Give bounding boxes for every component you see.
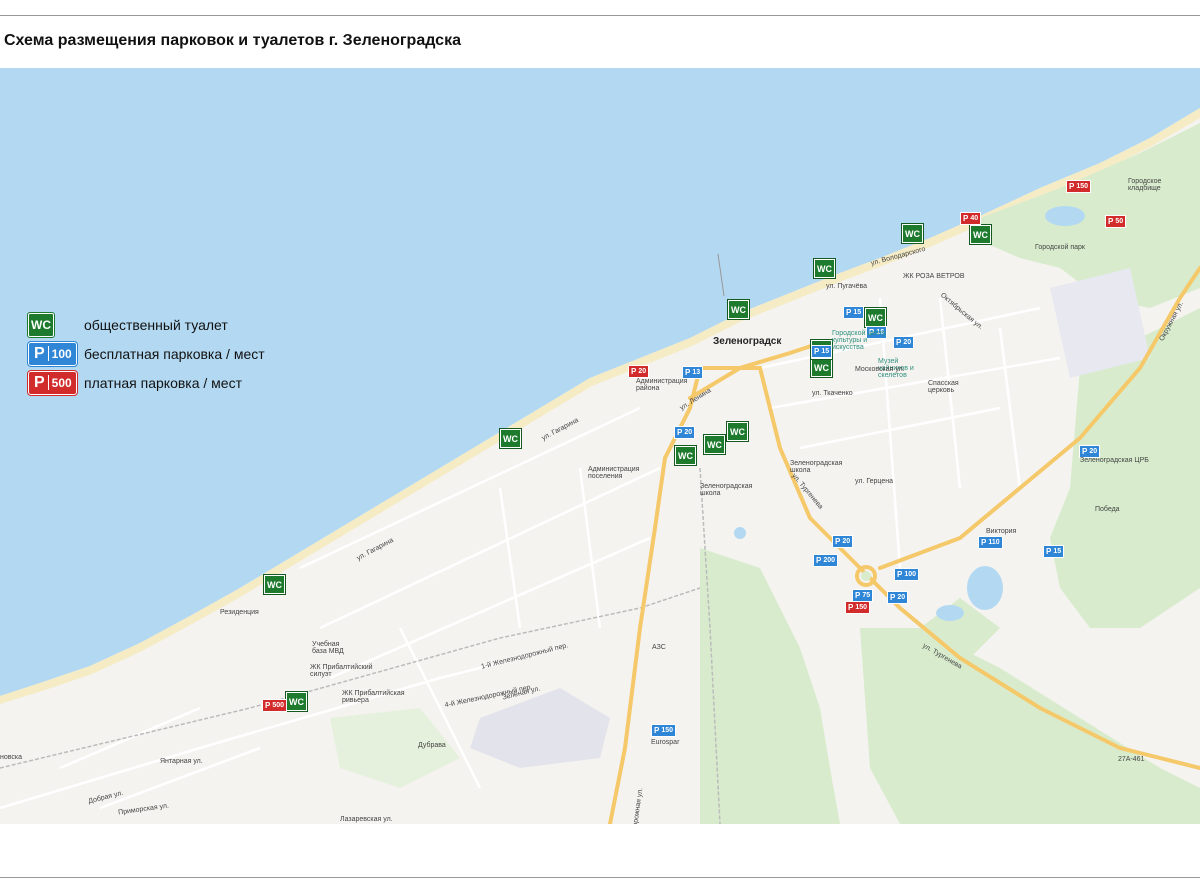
poi-label: Зеленоградская школа [700, 483, 753, 497]
poi-label: Eurospar [651, 739, 680, 746]
legend-label-toilet: общественный туалет [84, 316, 228, 333]
toilet-marker[interactable]: WC [703, 434, 726, 455]
city-label: Зеленоградск [713, 336, 782, 347]
free-parking-marker[interactable]: P 200 [813, 554, 839, 567]
poi-label: Городское кладбище [1128, 178, 1162, 192]
paid-parking-marker[interactable]: P 500 [262, 699, 288, 712]
toilet-icon: WC [27, 311, 55, 338]
poi-label: Городской парк [1035, 244, 1085, 251]
free-parking-marker[interactable]: P 15 [843, 306, 865, 319]
free-parking-icon: P 100 [27, 340, 78, 367]
street-label: Лазаревская ул. [340, 816, 393, 823]
poi-label: Дубрава [418, 742, 446, 749]
free-parking-marker[interactable]: P 110 [978, 536, 1003, 549]
paid-parking-marker[interactable]: P 150 [845, 601, 871, 614]
free-parking-marker[interactable]: P 20 [832, 535, 854, 548]
map-legend: WC общественный туалет P 100 бесплатная п… [27, 310, 265, 397]
toilet-marker[interactable]: WC [864, 307, 887, 328]
paid-parking-marker[interactable]: P 40 [960, 212, 982, 225]
poi-label: Зеленоградская школа [790, 460, 843, 474]
map-canvas [0, 68, 1200, 824]
legend-row-free-parking: P 100 бесплатная парковка / мест [27, 339, 265, 368]
toilet-marker[interactable]: WC [674, 445, 697, 466]
poi-label: новска [0, 754, 23, 761]
legend-row-paid-parking: P 500 платная парковка / мест [27, 368, 265, 397]
toilet-marker[interactable]: WC [810, 357, 833, 378]
toilet-marker[interactable]: WC [726, 421, 749, 442]
poi-label: Учебная база МВД [312, 641, 344, 655]
toilet-marker[interactable]: WC [285, 691, 308, 712]
free-parking-marker[interactable]: P 15 [811, 345, 833, 358]
legend-label-paid-parking: платная парковка / мест [84, 374, 242, 391]
poi-label: Администрация поселения [588, 466, 640, 480]
legend-label-free-parking: бесплатная парковка / мест [84, 345, 265, 362]
paid-parking-marker[interactable]: P 20 [628, 365, 650, 378]
free-parking-marker[interactable]: P 15 [1043, 545, 1065, 558]
free-parking-marker[interactable]: P 20 [893, 336, 915, 349]
page-title: Схема размещения парковок и туалетов г. … [4, 32, 461, 49]
paid-parking-icon: P 500 [27, 369, 78, 396]
poi-label: АЗС [652, 644, 666, 651]
free-parking-marker[interactable]: P 100 [894, 568, 920, 581]
road-label: 27А-461 [1118, 756, 1145, 763]
street-label: ул. Пугачёва [826, 283, 868, 290]
toilet-marker[interactable]: WC [901, 223, 924, 244]
poi-label: Администрация района [636, 378, 688, 392]
free-parking-marker[interactable]: P 20 [887, 591, 909, 604]
paid-parking-marker[interactable]: P 150 [1066, 180, 1092, 193]
street-label: Московская ул. [855, 366, 905, 373]
toilet-marker[interactable]: WC [969, 224, 992, 245]
top-divider [0, 15, 1200, 16]
poi-label: Виктория [986, 528, 1017, 535]
free-parking-marker[interactable]: P 20 [674, 426, 696, 439]
street-label: ул. Герцена [855, 478, 894, 485]
poi-label: Зеленоградская ЦРБ [1080, 457, 1149, 464]
bottom-divider [0, 877, 1200, 878]
poi-label: ЖК Прибалтийский силуэт [310, 664, 373, 678]
legend-row-toilet: WC общественный туалет [27, 310, 265, 339]
toilet-marker[interactable]: WC [499, 428, 522, 449]
street-label: Янтарная ул. [160, 758, 203, 765]
poi-label: Победа [1095, 506, 1120, 513]
free-parking-marker[interactable]: P 150 [651, 724, 677, 737]
toilet-marker[interactable]: WC [727, 299, 750, 320]
poi-label: ЖК Прибалтийская ривьера [342, 690, 405, 704]
map-area[interactable]: WC общественный туалет P 100 бесплатная п… [0, 68, 1200, 824]
paid-parking-marker[interactable]: P 50 [1105, 215, 1127, 228]
toilet-marker[interactable]: WC [263, 574, 286, 595]
street-label: ул. Ткаченко [812, 390, 853, 397]
poi-label: Спасская церковь [928, 380, 959, 394]
poi-label: ЖК РОЗА ВЕТРОВ [903, 273, 965, 280]
poi-label: Городской центр культуры и искусства [832, 330, 887, 351]
poi-label: Резиденция [220, 609, 259, 616]
toilet-marker[interactable]: WC [813, 258, 836, 279]
